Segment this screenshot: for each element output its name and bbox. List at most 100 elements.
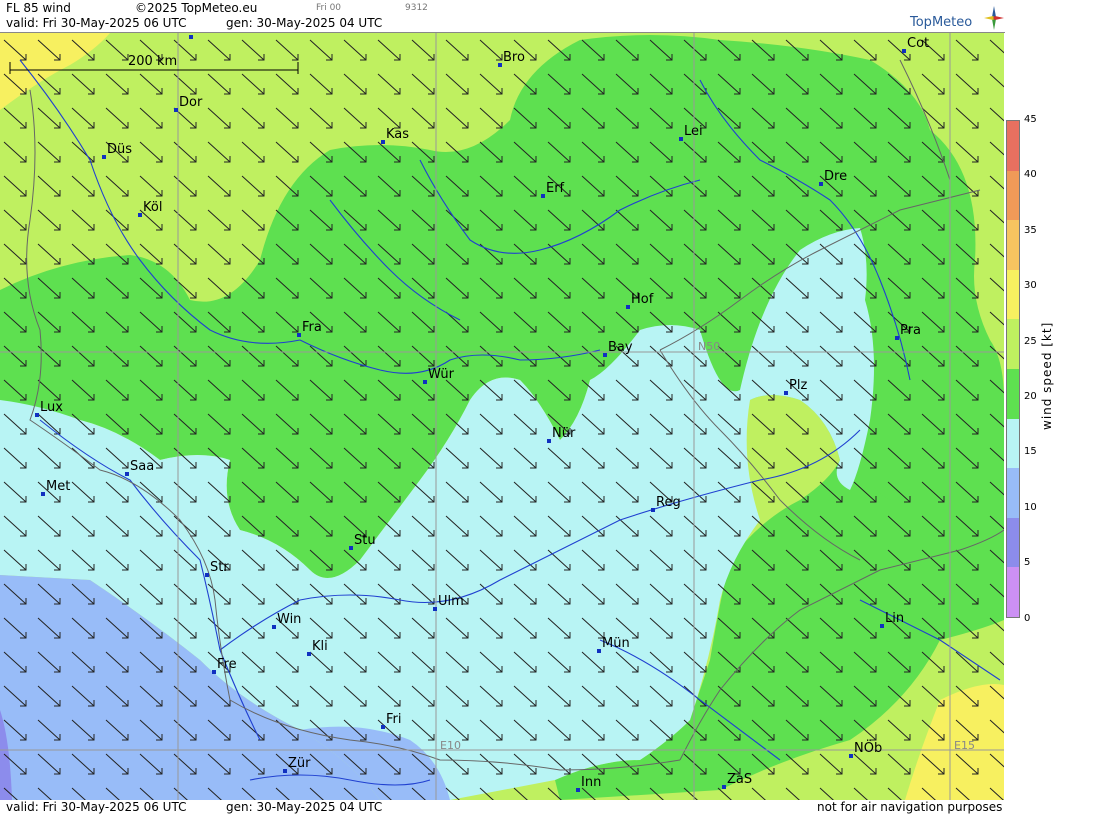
color-bar-segment [1007, 567, 1019, 617]
city-label: Str [210, 560, 229, 575]
color-bar-segment [1007, 269, 1019, 320]
gen-time: gen: 30-May-2025 04 UTC [226, 16, 383, 30]
city-marker [212, 670, 216, 674]
city-label: Kas [386, 127, 409, 142]
city-label: Düs [107, 142, 132, 157]
small-time: Fri 00 [316, 3, 342, 13]
city-label: Bay [608, 340, 633, 355]
city-label: Mün [194, 33, 222, 37]
city-marker [895, 336, 899, 340]
city-label: Dor [179, 95, 203, 110]
city-label: Lux [40, 400, 63, 415]
city-marker [297, 333, 301, 337]
copyright: ©2025 TopMeteo.eu [135, 1, 258, 15]
city-marker [102, 155, 106, 159]
city-marker [307, 652, 311, 656]
city-marker [784, 391, 788, 395]
city-label: Ulm [438, 594, 464, 609]
topmeteo-logo: TopMeteo [910, 6, 1004, 32]
city-label: Fre [217, 657, 237, 672]
grid-label-e15: E15 [954, 739, 975, 752]
city-marker [679, 137, 683, 141]
city-label: Fra [302, 320, 322, 335]
city-label: Lin [885, 611, 904, 626]
map-title: FL 85 wind [6, 1, 71, 15]
city-marker [283, 769, 287, 773]
footer-bar: valid: Fri 30-May-2025 06 UTC gen: 30-Ma… [0, 800, 1005, 814]
city-label: Nür [552, 426, 576, 441]
city-marker [576, 788, 580, 792]
color-bar-segment [1007, 121, 1019, 171]
scale-label: 200 km [128, 54, 177, 69]
legend-tick: 30 [1024, 280, 1037, 292]
color-bar-segment [1007, 418, 1019, 469]
city-label: Stu [354, 533, 376, 548]
header-bar: FL 85 wind ©2025 TopMeteo.eu Fri 00 9312… [0, 0, 1005, 33]
compass-icon [984, 6, 1004, 30]
city-label: Erf [546, 181, 565, 196]
city-label: Cot [907, 36, 929, 51]
city-label: Wür [428, 367, 455, 382]
color-bar-segment [1007, 517, 1019, 568]
legend-tick: 5 [1024, 557, 1031, 569]
city-label: Met [46, 479, 70, 494]
city-marker [902, 49, 906, 53]
city-marker [189, 35, 193, 39]
color-bar-segment [1007, 220, 1019, 270]
city-marker [651, 508, 655, 512]
city-label: Mün [602, 636, 630, 651]
legend-tick: 20 [1024, 391, 1037, 402]
city-marker [498, 63, 502, 67]
city-marker [138, 213, 142, 217]
logo-text: TopMeteo [910, 15, 973, 30]
city-label: Pra [900, 323, 921, 338]
city-marker [205, 573, 209, 577]
city-label: Hof [631, 292, 654, 307]
city-marker [603, 353, 607, 357]
city-marker [541, 194, 545, 198]
legend-tick: 10 [1024, 501, 1037, 513]
legend-tick: 40 [1024, 169, 1037, 181]
footer-notice: not for air navigation purposes [817, 800, 1003, 814]
city-marker [547, 439, 551, 443]
small-code: 9312 [405, 3, 428, 13]
color-bar [1006, 120, 1020, 618]
city-label: Fri [386, 712, 402, 727]
city-label: Bro [503, 50, 525, 65]
city-marker [423, 380, 427, 384]
wind-map[interactable]: N50 E10 E15 200 km Mün Bro Cot Dor Kas Lei Düs… [0, 33, 1004, 800]
legend-tick: 35 [1024, 224, 1037, 236]
city-label: Zür [288, 756, 311, 771]
city-label: Plz [789, 378, 807, 393]
footer-valid: valid: Fri 30-May-2025 06 UTC [6, 800, 187, 814]
city-marker [597, 649, 601, 653]
city-label: Win [277, 612, 301, 627]
legend-tick: 45 [1024, 114, 1037, 125]
legend-title: wind speed [kt] [1040, 321, 1054, 430]
legend-tick: 25 [1024, 335, 1037, 347]
city-label: Saa [130, 459, 154, 474]
city-label: Inn [581, 775, 601, 790]
city-marker [272, 625, 276, 629]
city-marker [819, 182, 823, 186]
grid-label-n50: N50 [698, 340, 720, 353]
color-bar-segment [1007, 468, 1019, 518]
valid-time: valid: Fri 30-May-2025 06 UTC [6, 16, 187, 30]
legend-tick: 15 [1024, 446, 1037, 458]
city-label: NÖb [854, 739, 882, 756]
city-label: Reg [656, 495, 681, 510]
city-marker [433, 607, 437, 611]
color-bar-segment [1007, 319, 1019, 369]
city-marker [381, 140, 385, 144]
city-marker [35, 413, 39, 417]
city-label: Lei [684, 124, 703, 139]
legend-tick: 0 [1024, 612, 1031, 624]
city-marker [722, 785, 726, 789]
city-label: Dre [824, 169, 847, 184]
city-marker [880, 624, 884, 628]
city-marker [174, 108, 178, 112]
footer-gen: gen: 30-May-2025 04 UTC [226, 800, 383, 814]
city-marker [381, 725, 385, 729]
city-label: ZaS [727, 772, 752, 787]
city-label: Köl [143, 200, 162, 215]
